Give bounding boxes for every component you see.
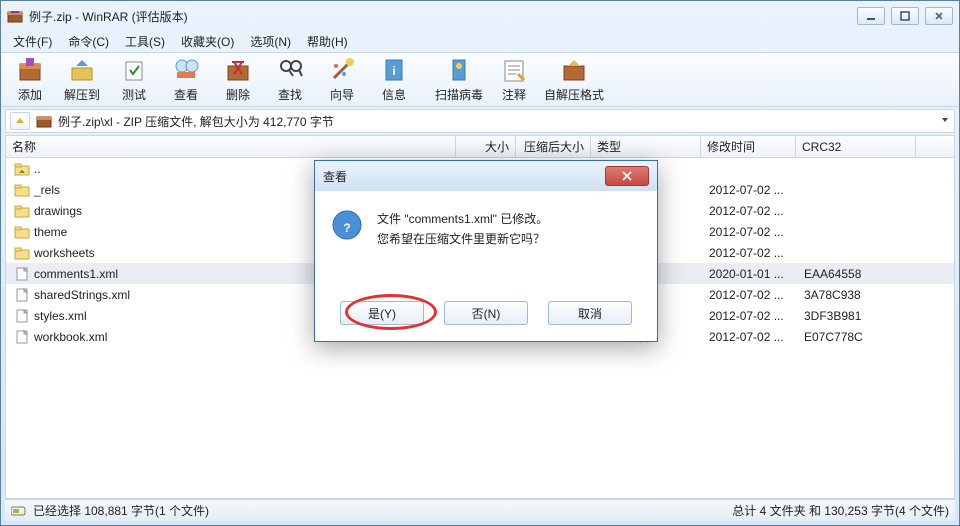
find-icon [276,56,304,84]
cell-crc: 3A78C938 [798,288,918,302]
folder-icon [14,224,30,240]
cell-mtime: 2012-07-02 ... [703,204,798,218]
extract-icon [68,56,96,84]
file-name: _rels [34,183,60,197]
toolbar-delete[interactable]: 删除 [213,55,263,105]
toolbar-scan[interactable]: 扫描病毒 [431,55,487,105]
statusbar: 已经选择 108,881 字节(1 个文件) 总计 4 文件夹 和 130,25… [5,499,955,521]
toolbar-comment[interactable]: 注释 [489,55,539,105]
menubar: 文件(F) 命令(C) 工具(S) 收藏夹(O) 选项(N) 帮助(H) [1,31,959,53]
folder-icon [14,182,30,198]
sfx-icon [560,56,588,84]
cell-crc: E07C778C [798,330,918,344]
path-text[interactable]: 例子.zip\xl - ZIP 压缩文件, 解包大小为 412,770 字节 [58,113,934,130]
close-button[interactable] [925,7,953,25]
cell-mtime: 2012-07-02 ... [703,330,798,344]
menu-favorites[interactable]: 收藏夹(O) [175,31,240,52]
maximize-button[interactable] [891,7,919,25]
archive-icon [36,113,52,129]
comment-icon [500,56,528,84]
file-name: drawings [34,204,82,218]
folder-icon [14,203,30,219]
file-name: workbook.xml [34,330,107,344]
info-icon: i [380,56,408,84]
menu-tools[interactable]: 工具(S) [119,31,171,52]
toolbar-wizard[interactable]: 向导 [317,55,367,105]
list-header: 名称 大小 压缩后大小 类型 修改时间 CRC32 [6,136,954,158]
dialog-message: 文件 "comments1.xml" 已修改。 您希望在压缩文件里更新它吗？ [377,209,548,287]
titlebar[interactable]: 例子.zip - WinRAR (评估版本) [1,1,959,31]
menu-help[interactable]: 帮助(H) [301,31,354,52]
cell-mtime: 2012-07-02 ... [703,246,798,260]
file-name: .. [34,162,41,176]
col-packed[interactable]: 压缩后大小 [516,136,591,157]
col-type[interactable]: 类型 [591,136,701,157]
wizard-icon [328,56,356,84]
file-icon [14,308,30,324]
cell-mtime: 2012-07-02 ... [703,225,798,239]
status-left: 已经选择 108,881 字节(1 个文件) [33,502,209,519]
yes-button[interactable]: 是(Y) [340,301,424,325]
status-icon [11,505,27,517]
dialog-close-button[interactable] [605,166,649,186]
nav-up-button[interactable] [10,112,30,130]
toolbar-find[interactable]: 查找 [265,55,315,105]
main-window: 例子.zip - WinRAR (评估版本) 文件(F) 命令(C) 工具(S)… [0,0,960,526]
dialog-line2: 您希望在压缩文件里更新它吗？ [377,229,548,249]
toolbar: 添加 解压到 测试 查看 删除 查找 向导 i 信息 [1,53,959,107]
cancel-button[interactable]: 取消 [548,301,632,325]
toolbar-view[interactable]: 查看 [161,55,211,105]
col-crc[interactable]: CRC32 [796,136,916,157]
dialog-title: 查看 [323,168,605,185]
dialog-line1: 文件 "comments1.xml" 已修改。 [377,209,548,229]
dialog-titlebar[interactable]: 查看 [315,161,657,191]
minimize-button[interactable] [857,7,885,25]
no-button[interactable]: 否(N) [444,301,528,325]
file-name: sharedStrings.xml [34,288,130,302]
toolbar-extract[interactable]: 解压到 [57,55,107,105]
cell-mtime: 2012-07-02 ... [703,288,798,302]
menu-file[interactable]: 文件(F) [7,31,58,52]
cell-mtime: 2012-07-02 ... [703,183,798,197]
col-size[interactable]: 大小 [456,136,516,157]
file-name: theme [34,225,67,239]
question-icon: ? [331,209,363,241]
cell-mtime: 2012-07-02 ... [703,309,798,323]
toolbar-test[interactable]: 测试 [109,55,159,105]
folder-icon [14,245,30,261]
cell-mtime: 2020-01-01 ... [703,267,798,281]
toolbar-info[interactable]: i 信息 [369,55,419,105]
file-icon [14,287,30,303]
path-dropdown-icon[interactable] [940,114,950,128]
delete-icon [224,56,252,84]
archive-add-icon [16,56,44,84]
col-mtime[interactable]: 修改时间 [701,136,796,157]
cell-crc: 3DF3B981 [798,309,918,323]
toolbar-add[interactable]: 添加 [5,55,55,105]
view-icon [172,56,200,84]
folder-icon [14,161,30,177]
scan-icon [445,56,473,84]
file-icon [14,329,30,345]
pathbar: 例子.zip\xl - ZIP 压缩文件, 解包大小为 412,770 字节 [5,109,955,133]
status-right: 总计 4 文件夹 和 130,253 字节(4 个文件) [732,502,949,519]
cell-crc: EAA64558 [798,267,918,281]
file-name: comments1.xml [34,267,118,281]
app-icon [7,8,23,24]
confirm-dialog: 查看 ? 文件 "comments1.xml" 已修改。 您希望在压缩文件里更新… [314,160,658,342]
file-icon [14,266,30,282]
window-controls [857,7,953,25]
toolbar-sfx[interactable]: 自解压格式 [541,55,607,105]
menu-options[interactable]: 选项(N) [244,31,297,52]
col-name[interactable]: 名称 [6,136,456,157]
file-name: worksheets [34,246,95,260]
menu-commands[interactable]: 命令(C) [62,31,115,52]
window-title: 例子.zip - WinRAR (评估版本) [29,8,857,25]
svg-text:i: i [392,64,395,78]
svg-text:?: ? [343,221,350,235]
file-name: styles.xml [34,309,87,323]
test-icon [120,56,148,84]
